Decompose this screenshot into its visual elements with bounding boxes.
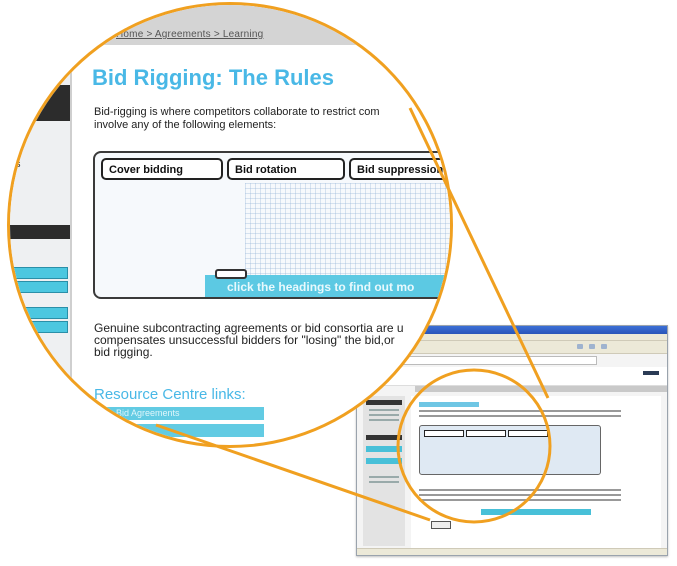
header-links <box>643 371 659 375</box>
slider-handle[interactable] <box>215 269 247 279</box>
tab-cover-bidding[interactable]: Cover bidding <box>101 158 223 180</box>
genuine-paragraph: Genuine subcontracting agreements or bid… <box>94 322 404 358</box>
resource-centre-heading: Resource Centre links: <box>94 386 246 403</box>
sidebar: ds <box>10 45 70 445</box>
divider <box>70 45 72 445</box>
sidebar-text: ds <box>10 159 21 170</box>
mini-breadcrumb-bar <box>415 386 667 392</box>
tab-bid-rotation[interactable]: Bid rotation <box>227 158 345 180</box>
magnifier-lens: Home > Agreements > Learning ds Bid Rigg… <box>10 5 450 445</box>
sidebar-button-3[interactable] <box>10 307 68 319</box>
sidebar-button-4[interactable] <box>10 321 68 333</box>
page-title: Bid Rigging: The Rules <box>92 65 334 90</box>
resource-link-2[interactable]: ... <box>94 424 264 437</box>
intro-line-1: Bid-rigging is where competitors collabo… <box>94 106 380 118</box>
tabs-panel: Cover bidding Bid rotation Bid suppressi… <box>93 151 450 299</box>
sidebar-header <box>10 85 70 121</box>
intro-paragraph: Bid-rigging is where competitors collabo… <box>94 106 450 132</box>
sidebar-section-header <box>10 225 70 239</box>
resource-link-bid-agreements[interactable]: ... Bid Agreements <box>94 407 264 420</box>
genuine-line-3: bid rigging. <box>94 345 153 359</box>
sidebar-button-2[interactable] <box>10 281 68 293</box>
sidebar-button-1[interactable] <box>10 267 68 279</box>
tab-bid-suppression[interactable]: Bid suppression <box>349 158 450 180</box>
breadcrumb[interactable]: Home > Agreements > Learning <box>116 29 263 40</box>
browser-status-bar <box>357 548 667 555</box>
intro-line-2: involve any of the following elements: <box>94 119 277 131</box>
